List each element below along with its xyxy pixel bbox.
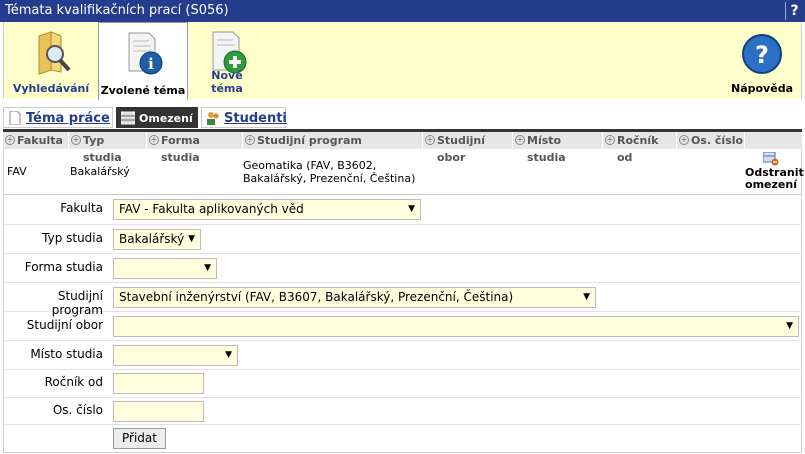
window-titlebar: Témata kvalifikačních prací (S056) ?: [0, 0, 805, 22]
col-oscislo[interactable]: + Os. číslo: [677, 132, 745, 149]
col-fakulta[interactable]: + Fakulta: [3, 132, 69, 149]
sort-icon: +: [605, 135, 615, 145]
form-row-obor: Studijní obor ▼: [3, 312, 802, 341]
form-border-bottom: [3, 452, 802, 453]
svg-text:?: ?: [755, 41, 769, 69]
sort-icon: +: [71, 135, 81, 145]
tab-students[interactable]: Studenti: [201, 107, 287, 128]
fakulta-label: Fakulta: [60, 201, 103, 215]
help-tool-label: Nápověda: [731, 82, 793, 95]
tab-restrictions[interactable]: Omezení: [116, 107, 198, 128]
table-icon: [121, 111, 135, 125]
col-label: Fakulta: [17, 134, 63, 147]
sort-icon: +: [149, 135, 159, 145]
typ-select[interactable]: Bakalářský ▼: [113, 229, 201, 250]
col-rocnik[interactable]: + Ročník od: [603, 132, 677, 164]
typ-label: Typ studia: [42, 231, 103, 245]
cell-program-line1: Geomatika (FAV, B3602,: [243, 159, 377, 172]
form-row-fakulta: Fakulta FAV - Fakulta aplikovaných věd ▼: [3, 195, 802, 225]
cell-fakulta: FAV: [7, 165, 27, 178]
form-row-forma: Forma studia ▼: [3, 254, 802, 283]
new-topic-tool-button[interactable]: Nové téma: [194, 22, 260, 98]
fakulta-value: FAV - Fakulta aplikovaných věd: [119, 202, 304, 216]
chevron-down-icon: ▼: [786, 321, 793, 331]
oscislo-label: Os. číslo: [52, 403, 103, 417]
misto-label: Místo studia: [30, 347, 103, 361]
tab-topic[interactable]: Téma práce: [3, 107, 113, 128]
form-row-oscislo: Os. číslo: [3, 398, 802, 425]
selected-topic-tool-button[interactable]: i Zvolené téma: [98, 22, 188, 100]
sort-icon: +: [5, 135, 15, 145]
grid-header: + Fakulta + Typ studia + Forma studia + Stud…: [3, 129, 802, 164]
page-icon: [9, 111, 21, 125]
col-typ[interactable]: + Typ studia: [69, 132, 147, 164]
remove-restriction-button[interactable]: Odstranit omezení: [745, 152, 804, 191]
help-question-icon[interactable]: ?: [785, 2, 803, 20]
forma-select[interactable]: ▼: [113, 258, 217, 279]
form-row-misto: Místo studia ▼: [3, 341, 802, 370]
col-obor[interactable]: + Studijní obor: [423, 132, 513, 164]
tab-topic-label: Téma práce: [26, 111, 110, 126]
main-toolbar: Vyhledávání i Zvolené téma Nové téma ? N…: [3, 22, 802, 100]
fakulta-select[interactable]: FAV - Fakulta aplikovaných věd ▼: [113, 199, 421, 220]
window-title: Témata kvalifikačních prací (S056): [5, 3, 229, 18]
cell-program: Geomatika (FAV, B3602, Bakalářský, Preze…: [243, 159, 415, 185]
svg-text:i: i: [148, 55, 154, 73]
tab-restrictions-label: Omezení: [139, 112, 193, 125]
folder-search-icon: [38, 31, 71, 75]
col-label: Studijní program: [257, 134, 362, 147]
help-circle-icon: ?: [742, 34, 782, 74]
table-row: FAV Bakalářský Geomatika (FAV, B3602, Ba…: [3, 149, 804, 195]
chevron-down-icon: ▼: [188, 234, 195, 244]
sort-icon: +: [515, 135, 525, 145]
typ-value: Bakalářský: [119, 232, 185, 246]
form-row-program: Studijní program Stavební inženýrství (F…: [3, 283, 802, 317]
col-forma[interactable]: + Forma studia: [147, 132, 243, 164]
table-remove-icon: [763, 152, 779, 166]
obor-label: Studijní obor: [26, 318, 103, 332]
chevron-down-icon: ▼: [225, 350, 232, 360]
help-tool-button[interactable]: ? Nápověda: [726, 22, 798, 98]
remove-line2: omezení: [745, 178, 797, 191]
tab-students-label: Studenti: [224, 111, 287, 126]
forma-label: Forma studia: [24, 260, 103, 274]
search-tool-button[interactable]: Vyhledávání: [10, 22, 92, 98]
document-info-icon: i: [128, 32, 163, 75]
obor-select[interactable]: ▼: [113, 316, 799, 337]
chevron-down-icon: ▼: [408, 204, 415, 214]
oscislo-input[interactable]: [113, 401, 204, 422]
new-topic-tool-label: Nové téma: [211, 69, 243, 95]
col-label: Os. číslo: [691, 134, 744, 147]
col-program[interactable]: + Studijní program: [243, 132, 423, 149]
selected-topic-tool-label: Zvolené téma: [100, 84, 186, 97]
cell-typ: Bakalářský: [70, 165, 130, 178]
users-icon: [207, 112, 219, 125]
program-value: Stavební inženýrství (FAV, B3607, Bakalá…: [119, 290, 514, 304]
chevron-down-icon: ▼: [583, 292, 590, 302]
cell-program-line2: Bakalářský, Prezenční, Čeština): [243, 172, 416, 185]
add-button[interactable]: Přidat: [113, 428, 166, 449]
program-select[interactable]: Stavební inženýrství (FAV, B3607, Bakalá…: [113, 287, 596, 308]
rocnik-label: Ročník od: [44, 375, 103, 389]
misto-select[interactable]: ▼: [113, 345, 238, 366]
sort-icon: +: [679, 135, 689, 145]
col-misto[interactable]: + Místo studia: [513, 132, 603, 164]
chevron-down-icon: ▼: [204, 263, 211, 273]
sort-icon: +: [425, 135, 435, 145]
rocnik-input[interactable]: [113, 373, 204, 394]
form-row-typ: Typ studia Bakalářský ▼: [3, 225, 802, 254]
form-row-rocnik: Ročník od: [3, 370, 802, 398]
sort-icon: +: [245, 135, 255, 145]
search-tool-label: Vyhledávání: [12, 82, 90, 95]
